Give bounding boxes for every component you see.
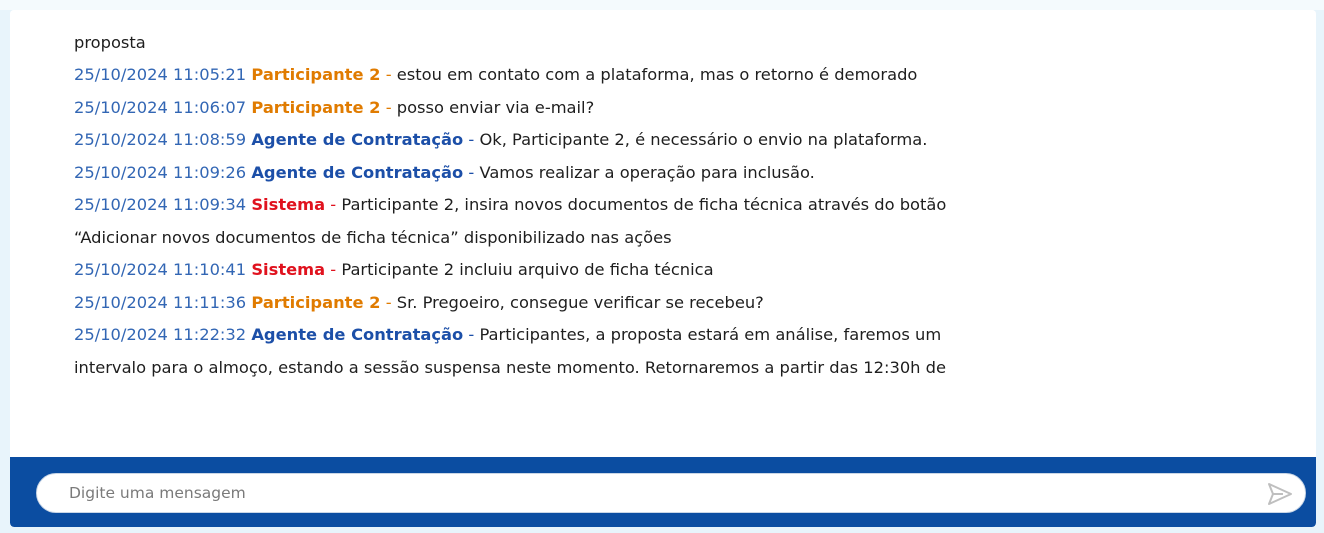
message-timestamp: 25/10/2024 11:08:59 (74, 130, 247, 149)
message-separator: - (468, 130, 475, 149)
message-text: Vamos realizar a operação para inclusão. (479, 162, 815, 182)
message-text: posso enviar via e-mail? (396, 97, 595, 117)
chat-message: 25/10/2024 11:11:36 Participante 2 - Sr.… (74, 287, 1294, 320)
message-timestamp: 25/10/2024 11:05:21 (74, 65, 247, 84)
message-input[interactable] (69, 474, 1249, 512)
chat-message-continuation: “Adicionar novos documentos de ficha téc… (74, 222, 1294, 255)
message-timestamp: 25/10/2024 11:10:41 (74, 260, 247, 279)
message-author: Agente de Contratação (251, 162, 464, 182)
message-text: Participantes, a proposta estará em anál… (479, 325, 942, 344)
message-timestamp: 25/10/2024 11:09:34 (74, 195, 247, 214)
message-timestamp: 25/10/2024 11:06:07 (74, 97, 247, 117)
message-separator: - (468, 325, 475, 344)
message-author: Sistema (251, 195, 326, 214)
message-text: Participante 2, insira novos documentos … (341, 195, 947, 214)
message-separator: - (330, 195, 337, 214)
composer-bar (10, 457, 1316, 527)
chat-message: 25/10/2024 11:09:26 Agente de Contrataçã… (74, 157, 1294, 190)
message-stack: proposta 25/10/2024 11:05:21 Participante… (74, 10, 1294, 384)
chat-message-continuation: proposta (74, 27, 1294, 60)
message-separator: - (330, 260, 337, 279)
message-text: proposta (74, 32, 146, 52)
message-separator: - (385, 65, 392, 84)
message-timestamp: 25/10/2024 11:22:32 (74, 325, 247, 344)
message-text: Participante 2 incluiu arquivo de ficha … (341, 260, 714, 279)
chat-message: 25/10/2024 11:10:41 Sistema - Participan… (74, 254, 1294, 287)
page-top-strip (0, 0, 1324, 10)
chat-message: 25/10/2024 11:09:34 Sistema - Participan… (74, 189, 1294, 222)
chat-message: 25/10/2024 11:08:59 Agente de Contrataçã… (74, 124, 1294, 157)
scroll-fade (10, 10, 1316, 28)
message-author: Participante 2 (251, 97, 381, 117)
message-text: intervalo para o almoço, estando a sessã… (74, 357, 947, 377)
message-timestamp: 25/10/2024 11:09:26 (74, 162, 247, 182)
message-text: Sr. Pregoeiro, consegue verificar se rec… (396, 292, 764, 312)
message-author: Agente de Contratação (251, 325, 464, 344)
message-input-wrapper (36, 473, 1306, 513)
chat-message: 25/10/2024 11:06:07 Participante 2 - pos… (74, 92, 1294, 125)
message-separator: - (468, 162, 475, 182)
message-text: estou em contato com a plataforma, mas o… (396, 65, 918, 84)
chat-message-continuation: intervalo para o almoço, estando a sessã… (74, 352, 1294, 385)
message-author: Participante 2 (251, 65, 381, 84)
message-author: Agente de Contratação (251, 130, 464, 149)
chat-message: 25/10/2024 11:22:32 Agente de Contrataçã… (74, 319, 1294, 352)
message-separator: - (385, 97, 392, 117)
message-separator: - (385, 292, 392, 312)
message-text: Ok, Participante 2, é necessário o envio… (479, 130, 928, 149)
chat-message: 25/10/2024 11:05:21 Participante 2 - est… (74, 59, 1294, 92)
message-author: Participante 2 (251, 292, 381, 312)
chat-panel: proposta 25/10/2024 11:05:21 Participante… (10, 10, 1316, 527)
message-list[interactable]: proposta 25/10/2024 11:05:21 Participante… (10, 10, 1316, 457)
send-button[interactable] (1265, 480, 1295, 508)
message-author: Sistema (251, 260, 326, 279)
send-icon (1268, 483, 1292, 505)
message-text: “Adicionar novos documentos de ficha téc… (74, 227, 672, 247)
message-timestamp: 25/10/2024 11:11:36 (74, 292, 247, 312)
